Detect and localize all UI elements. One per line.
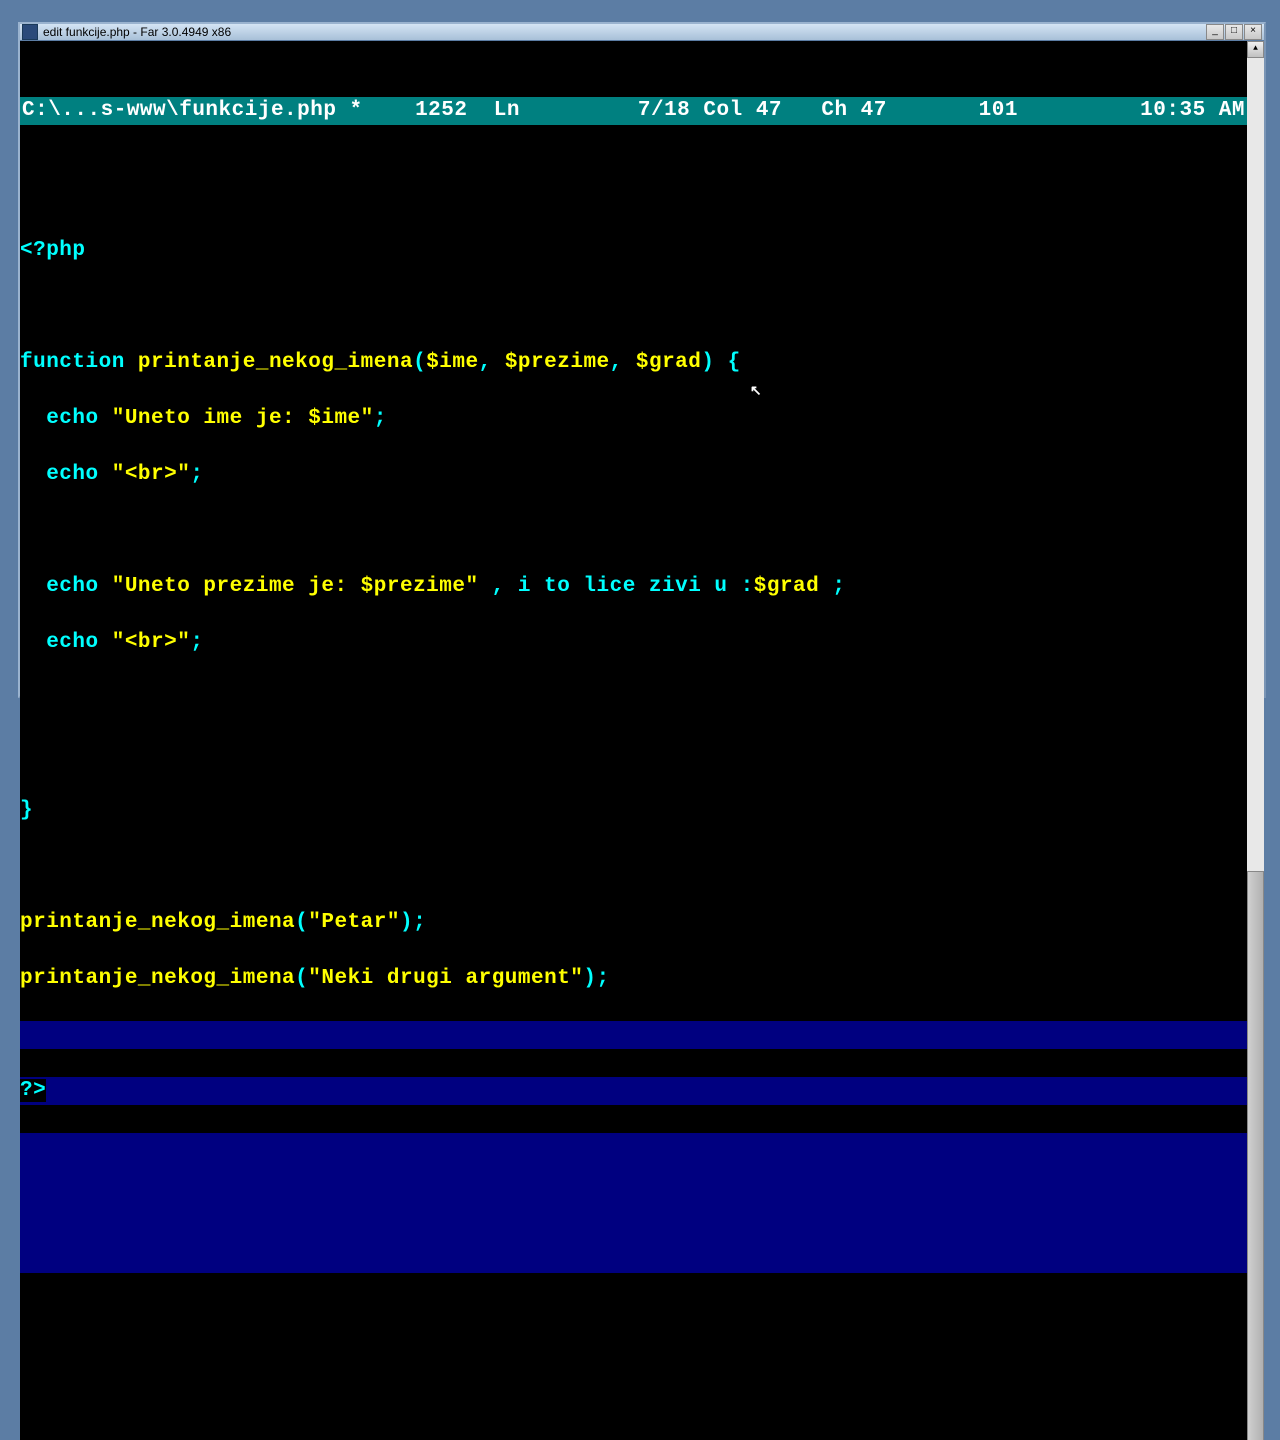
string-arg: "Neki drugi argument": [308, 967, 583, 990]
ch-label: Ch: [821, 97, 847, 125]
line-label: Ln: [494, 97, 520, 125]
far-manager-window: edit funkcije.php - Far 3.0.4949 x86 _ □…: [18, 22, 1266, 698]
string-arg: "Petar": [308, 911, 400, 934]
scroll-track[interactable]: [1247, 58, 1264, 1440]
keyword-function: function: [20, 351, 138, 374]
param-prezime: $prezime: [505, 351, 610, 374]
php-open-tag: <?php: [20, 239, 86, 262]
string-literal: "<br>": [112, 631, 191, 654]
line-info: 7/18: [638, 97, 690, 125]
app-icon: [22, 24, 38, 40]
code-editor[interactable]: C:\...s-www\funkcije.php * 1252 Ln 7/18 …: [20, 41, 1247, 1440]
file-path: C:\...s-www\funkcije.php *: [22, 97, 363, 125]
ch-value: 47: [861, 97, 887, 125]
minimize-button[interactable]: _: [1206, 24, 1224, 40]
time: 10:35 AM: [1140, 97, 1245, 125]
titlebar: edit funkcije.php - Far 3.0.4949 x86 _ □…: [20, 24, 1264, 41]
function-name: printanje_nekog_imena: [138, 351, 413, 374]
scroll-thumb[interactable]: [1247, 871, 1264, 1440]
php-close-tag: ?>: [20, 1079, 46, 1102]
scroll-up-button[interactable]: ▲: [1247, 41, 1264, 58]
window-controls: _ □ ×: [1206, 24, 1262, 40]
code-area[interactable]: <?php function printanje_nekog_imena($im…: [20, 209, 1247, 1329]
col-value: 47: [756, 97, 782, 125]
window-title: edit funkcije.php - Far 3.0.4949 x86: [43, 25, 1206, 39]
var-grad: $grad: [754, 575, 820, 598]
string-literal: "<br>": [112, 463, 191, 486]
codepage: 1252: [415, 97, 467, 125]
maximize-button[interactable]: □: [1225, 24, 1243, 40]
close-brace: }: [20, 799, 33, 822]
editor-statusbar: C:\...s-www\funkcije.php * 1252 Ln 7/18 …: [20, 97, 1247, 125]
col-label: Col: [703, 97, 742, 125]
function-call: printanje_nekog_imena: [20, 967, 295, 990]
param-ime: $ime: [426, 351, 478, 374]
editor-content: C:\...s-www\funkcije.php * 1252 Ln 7/18 …: [20, 41, 1264, 1440]
char-code: 101: [979, 97, 1018, 125]
string-literal: "Uneto ime je: $ime": [112, 407, 374, 430]
param-grad: $grad: [636, 351, 702, 374]
close-button[interactable]: ×: [1244, 24, 1262, 40]
function-call: printanje_nekog_imena: [20, 911, 295, 934]
vertical-scrollbar[interactable]: ▲ ▼: [1247, 41, 1264, 1440]
string-literal: "Uneto prezime je: $prezime": [112, 575, 479, 598]
